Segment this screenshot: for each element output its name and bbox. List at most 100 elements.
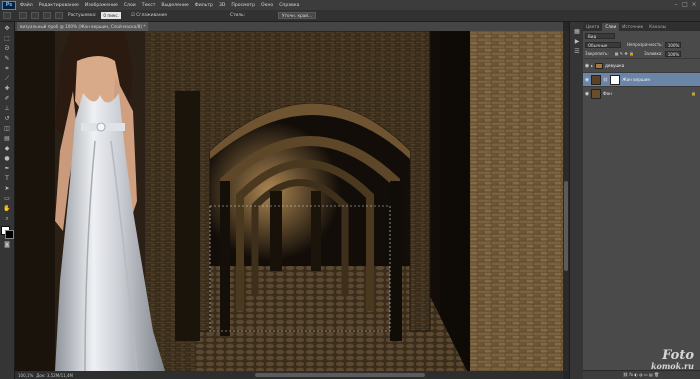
fill-input[interactable]: 100% — [664, 50, 681, 57]
expand-arrow-icon[interactable]: ▸ — [591, 63, 593, 68]
antialias-label: Сглаживание — [136, 13, 167, 18]
healing-brush-icon[interactable]: ✚ — [3, 85, 11, 92]
zoom-tool-icon[interactable]: ⌕ — [3, 215, 11, 222]
marquee-tool-icon[interactable]: ⬚ — [3, 35, 11, 42]
gradient-tool-icon[interactable]: ▤ — [3, 135, 11, 142]
opacity-input[interactable]: 100% — [664, 41, 681, 48]
tab-channels[interactable]: Каналы — [646, 23, 669, 31]
menu-select[interactable]: Выделение — [161, 3, 188, 8]
path-select-tool-icon[interactable]: ➤ — [3, 185, 11, 192]
watermark-line2: komok.ru — [650, 361, 694, 371]
document-size: Док: 3,52M/11,4M — [36, 372, 73, 378]
opacity-label: Непрозрачность: — [627, 42, 663, 47]
menu-view[interactable]: Просмотр — [231, 3, 255, 8]
zoom-level[interactable]: 100,1% — [18, 373, 33, 378]
lasso-tool-icon[interactable]: ᘐ — [3, 45, 11, 52]
layer-row-selected[interactable]: ◉ ⛓ Жан вершин — [583, 72, 700, 86]
style-label: Стиль: — [229, 13, 246, 18]
move-tool-icon[interactable]: ✥ — [3, 25, 11, 32]
background-color-swatch[interactable] — [5, 230, 14, 239]
menu-window[interactable]: Окно — [261, 3, 273, 8]
maximize-icon[interactable]: □ — [681, 1, 689, 8]
quick-select-tool-icon[interactable]: ✎ — [3, 55, 11, 62]
feather-label: Растушевка: — [68, 13, 97, 18]
vertical-scroll-thumb[interactable] — [564, 181, 568, 271]
lock-icon: 🔒 — [691, 91, 696, 96]
quick-mask-icon[interactable]: ◙ — [3, 241, 11, 248]
blend-mode-select[interactable]: Обычные — [585, 41, 621, 48]
document-tab[interactable]: визуальный проб @ 100% (Жан вершин, Слой… — [17, 22, 149, 31]
menu-bar: Ps Файл Редактирование Изображение Слои … — [0, 0, 700, 10]
add-to-selection-icon[interactable] — [31, 12, 39, 19]
eraser-tool-icon[interactable]: ◫ — [3, 125, 11, 132]
layer-mask-thumbnail[interactable] — [610, 74, 621, 85]
blur-tool-icon[interactable]: ◆ — [3, 145, 11, 152]
lock-label: Закрепить: — [585, 51, 609, 56]
close-icon[interactable]: × — [690, 1, 698, 8]
canvas-area[interactable] — [15, 31, 563, 371]
minimize-icon[interactable]: – — [672, 1, 680, 8]
intersect-selection-icon[interactable] — [55, 12, 63, 19]
crop-tool-icon[interactable]: ⌗ — [3, 65, 11, 72]
new-selection-icon[interactable] — [19, 12, 27, 19]
menu-layer[interactable]: Слои — [124, 3, 136, 8]
tools-panel: ✥ ⬚ ᘐ ✎ ⌗ ⟋ ✚ ✐ ⊥ ↺ ◫ ▤ ◆ ● ✒ T ➤ ▭ ✋ ⌕ … — [0, 22, 15, 379]
feather-input[interactable]: 0 пикс. — [101, 12, 122, 19]
properties-panel-icon[interactable]: ☰ — [573, 48, 581, 55]
layer-row-group[interactable]: ◉ ▸ девушка — [583, 58, 700, 72]
panel-tabs: Цвета Слои Источник Каналы — [583, 22, 700, 31]
layer-thumbnail — [591, 74, 601, 85]
layer-name: Жан вершин — [622, 77, 651, 82]
clone-stamp-icon[interactable]: ⊥ — [3, 105, 11, 112]
horizontal-scrollbar[interactable] — [255, 373, 425, 377]
menu-edit[interactable]: Редактирование — [39, 3, 79, 8]
visibility-eye-icon[interactable]: ◉ — [583, 63, 591, 69]
tab-colors[interactable]: Цвета — [583, 23, 602, 31]
layer-name: девушка — [605, 63, 625, 68]
menu-3d[interactable]: 3D — [219, 3, 225, 8]
layer-kind-select[interactable]: Вид — [585, 32, 615, 39]
watermark: Foto komok.ru — [650, 349, 694, 371]
photoshop-logo: Ps — [2, 0, 16, 10]
chain-link-icon: ⛓ — [603, 77, 609, 82]
layer-row-background[interactable]: ◉ Фон 🔒 — [583, 86, 700, 100]
pen-tool-icon[interactable]: ✒ — [3, 165, 11, 172]
layer-thumbnail — [591, 88, 601, 99]
panel-footer-icons[interactable]: ⛓ fx ◐ ◍ ▭ ▤ 🗑 — [623, 372, 659, 377]
menu-help[interactable]: Справка — [279, 3, 299, 8]
blend-row: Обычные Непрозрачность: 100% — [583, 40, 700, 49]
hand-tool-icon[interactable]: ✋ — [3, 205, 11, 212]
refine-edge-button[interactable]: Уточн. край... — [278, 12, 316, 19]
visibility-eye-icon[interactable]: ◉ — [583, 77, 591, 83]
menu-filter[interactable]: Фильтр — [195, 3, 213, 8]
history-brush-icon[interactable]: ↺ — [3, 115, 11, 122]
menu-image[interactable]: Изображение — [85, 3, 118, 8]
type-tool-icon[interactable]: T — [3, 175, 11, 182]
subtract-selection-icon[interactable] — [43, 12, 51, 19]
status-bar: 100,1% Док: 3,52M/11,4M — [15, 371, 563, 379]
antialias-checkbox[interactable]: ☑ Сглаживание — [131, 13, 167, 18]
brush-tool-icon[interactable]: ✐ — [3, 95, 11, 102]
color-swatches[interactable] — [1, 226, 14, 239]
layers-panel: Цвета Слои Источник Каналы Вид Обычные Н… — [583, 22, 700, 379]
shape-tool-icon[interactable]: ▭ — [3, 195, 11, 202]
collapsed-panels-strip: ▦ ▶ ☰ — [569, 22, 584, 379]
eyedropper-tool-icon[interactable]: ⟋ — [3, 75, 11, 82]
layer-filter-row: Вид — [583, 31, 700, 40]
dodge-tool-icon[interactable]: ● — [3, 155, 11, 162]
menu-file[interactable]: Файл — [20, 3, 33, 8]
options-bar: Растушевка: 0 пикс. ☑ Сглаживание Стиль:… — [0, 10, 700, 22]
fill-label: Заливка: — [643, 51, 663, 56]
tab-source[interactable]: Источник — [619, 23, 646, 31]
lock-row: Закрепить: ▦ ✎ ✥ 🔒 Заливка: 100% — [583, 49, 700, 58]
menu-type[interactable]: Текст — [142, 3, 156, 8]
history-panel-icon[interactable]: ▦ — [573, 28, 581, 35]
lasso-tool-preset-icon[interactable] — [3, 12, 11, 19]
lock-icons[interactable]: ▦ ✎ ✥ 🔒 — [615, 51, 634, 56]
document-image — [15, 31, 563, 371]
tab-layers[interactable]: Слои — [602, 23, 620, 31]
visibility-eye-icon[interactable]: ◉ — [583, 91, 591, 97]
actions-panel-icon[interactable]: ▶ — [573, 38, 581, 45]
layers-panel-footer: ⛓ fx ◐ ◍ ▭ ▤ 🗑 — [583, 370, 700, 379]
layer-name: Фон — [603, 91, 612, 96]
